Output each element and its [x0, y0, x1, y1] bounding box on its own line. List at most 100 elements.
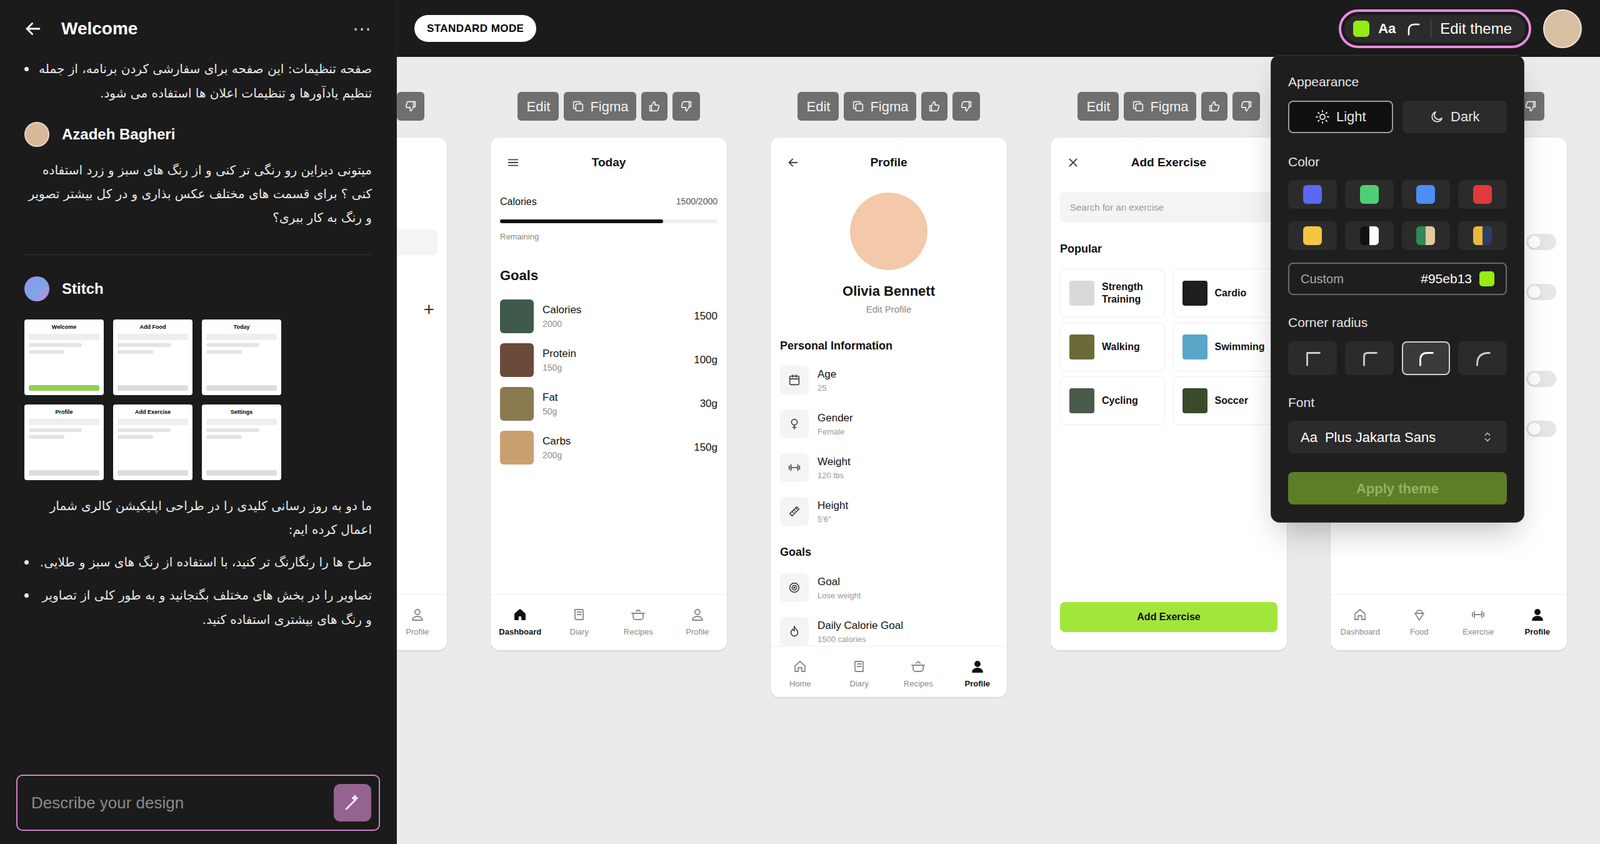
user-avatar[interactable]: [1543, 9, 1582, 49]
appearance-option[interactable]: Light: [1288, 100, 1394, 134]
screen-thumbnail[interactable]: Profile: [24, 404, 104, 480]
figma-label: Figma: [870, 96, 909, 117]
nav-item[interactable]: Diary: [550, 606, 610, 639]
exercise-card[interactable]: Soccer: [1173, 376, 1279, 425]
gender-icon: [787, 416, 802, 431]
color-swatch[interactable]: [1401, 221, 1451, 250]
back-arrow-icon[interactable]: [22, 18, 44, 40]
corner-option[interactable]: [1401, 341, 1451, 375]
bullet-dot: [24, 66, 29, 72]
nav-item[interactable]: Profile: [948, 658, 1008, 690]
like-button[interactable]: [1201, 91, 1228, 121]
nav-item[interactable]: Profile: [668, 606, 728, 639]
edit-button[interactable]: Edit: [1077, 91, 1119, 121]
calories-progress-fill: [500, 219, 664, 224]
mode-badge[interactable]: STANDARD MODE: [414, 15, 537, 43]
exercise-search[interactable]: [1060, 191, 1278, 223]
info-row[interactable]: Height5'6": [780, 496, 998, 526]
color-swatch[interactable]: [1288, 221, 1337, 250]
thumbs-down-icon: [1523, 99, 1538, 114]
nav-label: Home: [789, 677, 812, 690]
nav-item[interactable]: Profile: [1508, 606, 1568, 639]
font-select[interactable]: AaPlus Jakarta Sans: [1288, 420, 1507, 454]
exercise-card[interactable]: Strength Training: [1060, 268, 1165, 318]
corner-option[interactable]: [1458, 341, 1507, 375]
corner-option[interactable]: [1345, 341, 1394, 375]
edit-profile-link[interactable]: Edit Profile: [780, 302, 998, 317]
nav-item[interactable]: Home: [770, 658, 830, 690]
generate-button[interactable]: [333, 783, 372, 822]
close-icon[interactable]: [1066, 155, 1080, 170]
dislike-button[interactable]: [672, 91, 700, 121]
custom-color-field[interactable]: Custom#95eb13: [1288, 262, 1507, 295]
exercise-card[interactable]: Cycling: [1060, 376, 1165, 425]
figma-button[interactable]: Figma: [843, 91, 916, 121]
dislike-button[interactable]: [952, 91, 980, 121]
prompt-input[interactable]: [31, 790, 328, 815]
color-swatch[interactable]: [1401, 180, 1451, 209]
nav-item[interactable]: Recipes: [888, 658, 949, 690]
toggle-switch[interactable]: [1526, 233, 1557, 250]
dumbbell-icon: [787, 460, 802, 475]
color-swatch[interactable]: [1458, 180, 1507, 209]
nav-item[interactable]: Food: [1390, 606, 1450, 639]
profile-name: Olivia Bennett: [780, 280, 998, 302]
goal-row[interactable]: Calories20001500: [500, 299, 718, 334]
screen-thumbnail[interactable]: Today: [201, 319, 282, 395]
color-swatch[interactable]: [1345, 180, 1394, 209]
screen-card[interactable]: Add ExercisePopularStrength TrainingCard…: [1050, 137, 1287, 650]
goal-row[interactable]: Carbs200g150g: [500, 430, 718, 465]
dislike-button[interactable]: [396, 91, 425, 121]
toggle-switch[interactable]: [1526, 370, 1557, 387]
toggle-switch[interactable]: [1526, 283, 1557, 300]
figma-button[interactable]: Figma: [1123, 91, 1196, 121]
color-swatch[interactable]: [1345, 221, 1394, 250]
info-row[interactable]: Weight120 lbs: [780, 453, 998, 482]
color-swatch[interactable]: [1458, 221, 1507, 250]
appearance-option[interactable]: Dark: [1402, 100, 1508, 134]
apply-theme-button[interactable]: Apply theme: [1288, 471, 1507, 505]
back-arrow-icon[interactable]: [786, 155, 800, 170]
nav-item[interactable]: Dashboard: [490, 606, 550, 639]
info-row[interactable]: GenderFemale: [780, 409, 998, 439]
screen-card[interactable]: TodayCalories1500/2000RemainingGoalsCalo…: [490, 137, 727, 650]
goal-row[interactable]: Protein150g100g: [500, 343, 718, 377]
target-icon: [787, 580, 802, 595]
exercise-card[interactable]: Cardio: [1173, 268, 1279, 318]
nav-label: Dashboard: [498, 625, 542, 639]
like-button[interactable]: [641, 91, 668, 121]
like-button[interactable]: [921, 91, 948, 121]
screen-card[interactable]: ProfileOlivia BennettEdit ProfilePersona…: [770, 137, 1007, 697]
search-field[interactable]: [396, 229, 438, 255]
nav-item[interactable]: Recipes: [608, 606, 669, 639]
corner-option[interactable]: [1288, 341, 1337, 375]
info-row[interactable]: Age25: [780, 365, 998, 395]
edit-button[interactable]: Edit: [797, 91, 839, 121]
toggle-switch[interactable]: [1526, 420, 1557, 437]
screen-card[interactable]: + Profile: [396, 137, 447, 650]
edit-theme-button[interactable]: AaEdit theme: [1344, 15, 1526, 43]
nav-item[interactable]: Diary: [830, 658, 890, 690]
exercise-card[interactable]: Walking: [1060, 322, 1165, 372]
add-exercise-button[interactable]: Add Exercise: [1060, 601, 1278, 632]
hamburger-menu-icon[interactable]: [506, 155, 520, 170]
screen-thumbnail[interactable]: Add Food: [113, 319, 193, 395]
goal-row[interactable]: Fat50g30g: [500, 386, 718, 421]
add-button[interactable]: +: [423, 300, 435, 319]
info-row[interactable]: Daily Calorie Goal1500 calories: [780, 616, 998, 646]
edit-button[interactable]: Edit: [517, 91, 559, 121]
dislike-button[interactable]: [1232, 91, 1260, 121]
screen-thumbnail[interactable]: Settings: [201, 404, 282, 480]
color-swatch[interactable]: [1288, 180, 1337, 209]
info-row[interactable]: GoalLose weight: [780, 573, 998, 602]
chat-bullet: طرح ها را رنگارنگ تر کنید، با استفاده از…: [24, 550, 372, 575]
exercise-card[interactable]: Swimming: [1173, 322, 1279, 372]
nav-item[interactable]: Dashboard: [1330, 606, 1390, 639]
nav-item[interactable]: Profile: [396, 606, 447, 639]
figma-button[interactable]: Figma: [563, 91, 636, 121]
edit-theme-label: Edit theme: [1440, 17, 1512, 40]
nav-item[interactable]: Exercise: [1448, 606, 1509, 639]
screen-thumbnail[interactable]: Add Exercise: [113, 404, 193, 480]
more-menu-button[interactable]: ⋯: [352, 19, 372, 39]
screen-thumbnail[interactable]: Welcome: [24, 319, 104, 395]
